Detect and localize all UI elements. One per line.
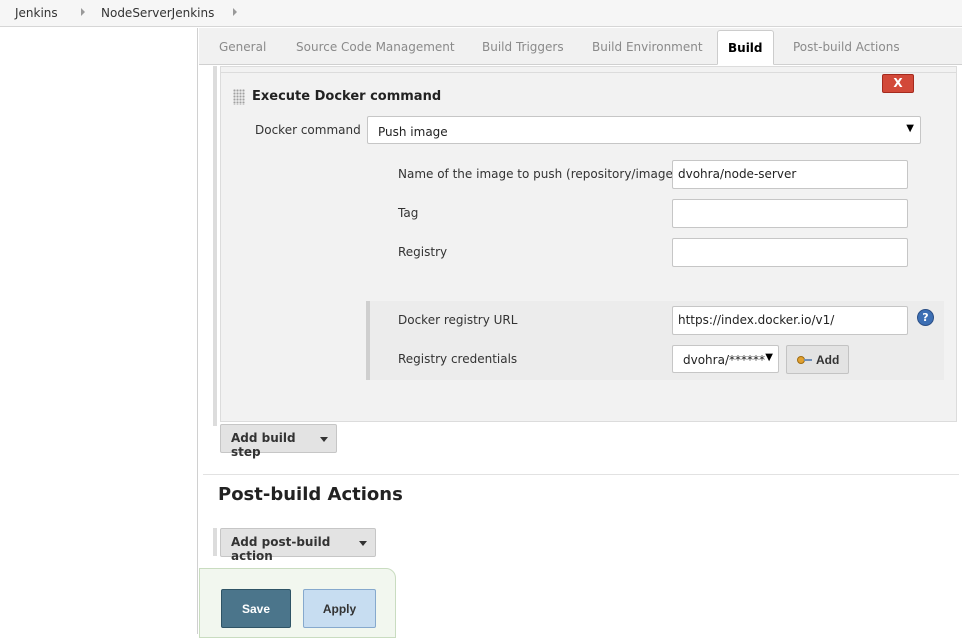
image-name-input[interactable]: dvohra/node-server [672,160,908,189]
add-post-build-action-label: Add post-build action [231,535,331,563]
breadcrumb: Jenkins NodeServerJenkins [0,0,962,27]
image-name-label: Name of the image to push (repository/im… [398,167,678,181]
add-post-build-action-button[interactable]: Add post-build action [220,528,376,563]
build-step-title: Execute Docker command [252,89,442,104]
key-icon [797,356,812,364]
drag-handle-icon[interactable] [233,89,245,105]
breadcrumb-jenkins[interactable]: Jenkins [15,6,58,20]
caret-down-icon [320,437,328,442]
docker-command-label: Docker command [255,123,361,137]
caret-down-icon [359,541,367,546]
tab-build[interactable]: Build [717,30,774,65]
config-tab-bar: General Source Code Management Build Tri… [199,28,962,65]
tag-label: Tag [398,206,419,220]
docker-command-select[interactable]: Push image ▼ [367,116,921,144]
add-build-step-label: Add build step [231,431,296,459]
dropdown-arrow-icon: ▼ [906,123,914,134]
save-button[interactable]: Save [221,589,291,628]
help-icon[interactable]: ? [917,309,934,326]
registry-url-input[interactable]: https://index.docker.io/v1/ [672,306,908,335]
registry-url-label: Docker registry URL [398,313,518,327]
apply-button[interactable]: Apply [303,589,376,628]
registry-credentials-select[interactable]: dvohra/****** ▼ [672,345,779,373]
registry-credentials-label: Registry credentials [398,352,518,366]
breadcrumb-job[interactable]: NodeServerJenkins [101,6,214,20]
section-divider [203,474,959,475]
registry-credentials-value: dvohra/****** [683,353,765,367]
build-section-bar [213,66,217,426]
post-build-actions-heading: Post-build Actions [218,484,403,505]
add-credentials-label: Add [816,353,840,367]
delete-step-button[interactable]: X [882,74,914,93]
previous-step-border [220,72,957,73]
dropdown-arrow-icon: ▼ [765,352,773,363]
side-panel [0,28,198,634]
tab-build-triggers[interactable]: Build Triggers [482,40,564,54]
registry-input[interactable] [672,238,908,267]
breadcrumb-separator-icon [233,8,237,16]
registry-label: Registry [398,245,448,259]
tab-source-code-management[interactable]: Source Code Management [296,40,455,54]
tab-build-environment[interactable]: Build Environment [592,40,703,54]
tab-post-build-actions[interactable]: Post-build Actions [793,40,900,54]
post-build-section-bar [213,528,217,556]
tag-input[interactable] [672,199,908,228]
add-credentials-button[interactable]: Add [786,345,849,374]
docker-command-value: Push image [378,125,448,139]
tab-general[interactable]: General [219,40,266,54]
add-build-step-button[interactable]: Add build step [220,424,337,459]
breadcrumb-separator-icon [81,8,85,16]
